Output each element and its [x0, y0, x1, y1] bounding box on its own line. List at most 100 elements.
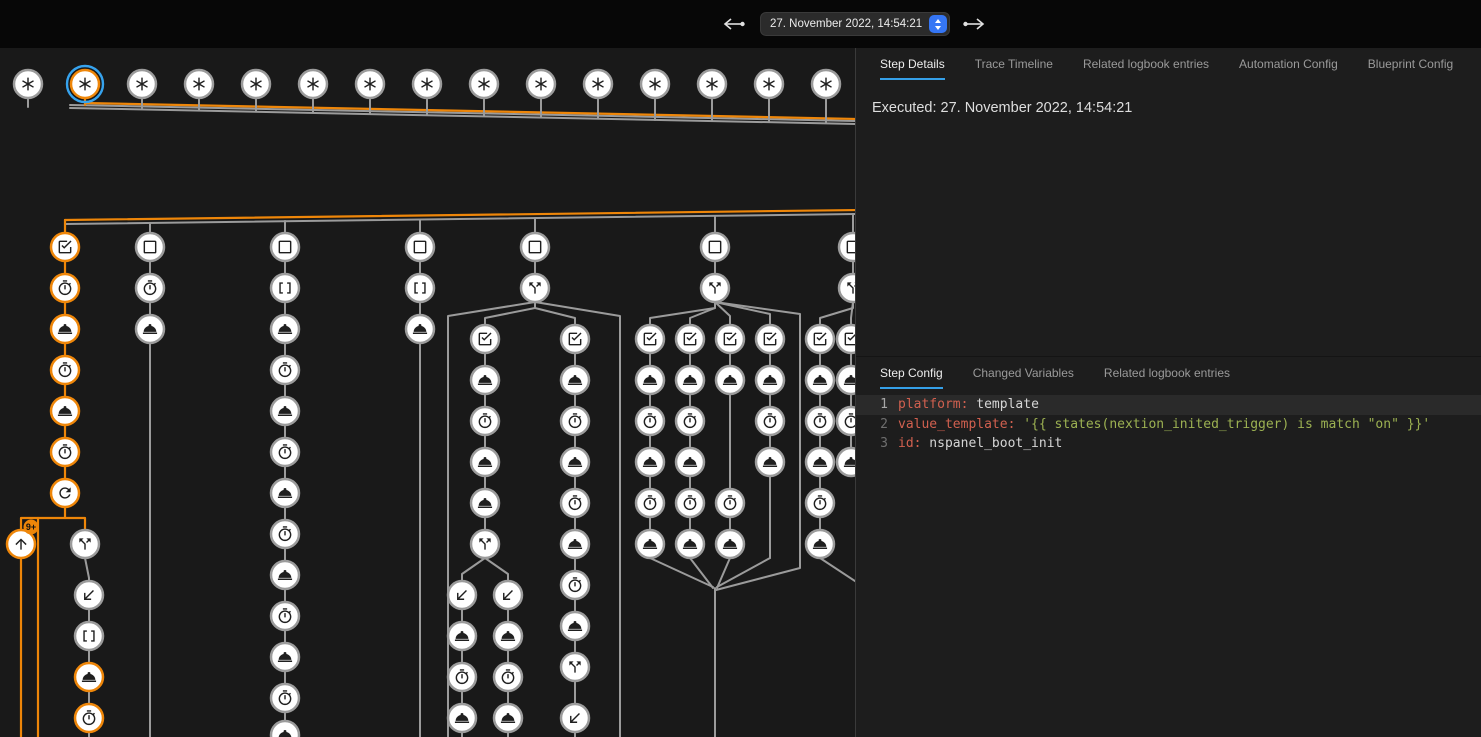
node-dome[interactable] — [806, 530, 834, 558]
node-brackets[interactable] — [406, 274, 434, 302]
node-arrow-dl[interactable] — [494, 581, 522, 609]
tab-changed-variables[interactable]: Changed Variables — [973, 366, 1074, 389]
node-timer[interactable] — [271, 684, 299, 712]
node-arrow-dl[interactable] — [75, 581, 103, 609]
node-square[interactable] — [521, 233, 549, 261]
tab-step-config[interactable]: Step Config — [880, 366, 943, 389]
node-trigger[interactable] — [755, 70, 783, 98]
node-trigger[interactable] — [470, 70, 498, 98]
node-timer[interactable] — [271, 356, 299, 384]
node-choose[interactable] — [71, 530, 99, 558]
node-trigger[interactable] — [641, 70, 669, 98]
node-trigger[interactable] — [299, 70, 327, 98]
node-dome[interactable] — [136, 315, 164, 343]
node-condition[interactable] — [806, 325, 834, 353]
node-square[interactable] — [701, 233, 729, 261]
node-timer[interactable] — [561, 571, 589, 599]
node-dome[interactable] — [837, 366, 855, 394]
tab-step-details[interactable]: Step Details — [880, 57, 945, 80]
node-dome[interactable] — [561, 448, 589, 476]
node-dome[interactable] — [676, 530, 704, 558]
node-repeat[interactable] — [51, 479, 79, 507]
node-dome[interactable] — [448, 704, 476, 732]
node-dome[interactable] — [448, 622, 476, 650]
node-timer[interactable] — [676, 489, 704, 517]
node-dome[interactable] — [51, 315, 79, 343]
previous-run-icon[interactable] — [722, 16, 746, 32]
node-dome[interactable] — [271, 721, 299, 737]
tab-related-logbook-entries[interactable]: Related logbook entries — [1083, 57, 1209, 80]
node-dome[interactable] — [51, 397, 79, 425]
node-dome[interactable] — [756, 448, 784, 476]
node-dome[interactable] — [471, 366, 499, 394]
node-dome[interactable] — [271, 561, 299, 589]
node-condition[interactable] — [676, 325, 704, 353]
node-condition[interactable] — [636, 325, 664, 353]
node-dome[interactable] — [494, 622, 522, 650]
node-timer[interactable] — [271, 438, 299, 466]
run-selector[interactable]: 27. November 2022, 14:54:21 — [760, 12, 950, 36]
node-condition[interactable] — [716, 325, 744, 353]
node-timer[interactable] — [716, 489, 744, 517]
node-timer[interactable] — [471, 407, 499, 435]
node-dome[interactable] — [471, 489, 499, 517]
tab-automation-config[interactable]: Automation Config — [1239, 57, 1338, 80]
node-timer[interactable] — [561, 489, 589, 517]
node-dome[interactable] — [271, 643, 299, 671]
node-timer[interactable] — [51, 274, 79, 302]
node-trigger[interactable] — [584, 70, 612, 98]
node-timer[interactable] — [806, 407, 834, 435]
node-timer[interactable] — [51, 356, 79, 384]
node-timer[interactable] — [636, 407, 664, 435]
node-dome[interactable] — [271, 479, 299, 507]
node-dome[interactable] — [271, 315, 299, 343]
node-timer[interactable] — [271, 602, 299, 630]
node-trigger[interactable] — [242, 70, 270, 98]
node-trigger[interactable] — [527, 70, 555, 98]
node-brackets[interactable] — [271, 274, 299, 302]
node-condition[interactable] — [756, 325, 784, 353]
node-dome[interactable] — [806, 366, 834, 394]
node-dome[interactable] — [471, 448, 499, 476]
node-choose[interactable] — [561, 653, 589, 681]
node-condition[interactable] — [561, 325, 589, 353]
node-trigger[interactable] — [413, 70, 441, 98]
node-condition[interactable] — [51, 233, 79, 261]
node-dome[interactable] — [716, 530, 744, 558]
node-condition[interactable] — [471, 325, 499, 353]
node-condition[interactable] — [837, 325, 855, 353]
node-choose[interactable] — [521, 274, 549, 302]
node-dome[interactable] — [494, 704, 522, 732]
node-timer[interactable] — [136, 274, 164, 302]
node-square[interactable] — [136, 233, 164, 261]
node-dome[interactable] — [561, 612, 589, 640]
node-dome[interactable] — [636, 366, 664, 394]
node-choose[interactable] — [701, 274, 729, 302]
node-square[interactable] — [839, 233, 855, 261]
node-dome[interactable] — [75, 663, 103, 691]
node-dome[interactable] — [636, 530, 664, 558]
node-dome[interactable] — [561, 366, 589, 394]
node-trigger[interactable] — [128, 70, 156, 98]
next-run-icon[interactable] — [962, 16, 986, 32]
node-square[interactable] — [406, 233, 434, 261]
node-timer[interactable] — [494, 663, 522, 691]
node-arrow-dl[interactable] — [448, 581, 476, 609]
node-trigger[interactable] — [185, 70, 213, 98]
node-trigger[interactable] — [14, 70, 42, 98]
node-trigger[interactable] — [67, 66, 103, 102]
node-square[interactable] — [271, 233, 299, 261]
node-dome[interactable] — [561, 530, 589, 558]
node-timer[interactable] — [448, 663, 476, 691]
node-timer[interactable] — [837, 407, 855, 435]
node-brackets[interactable] — [75, 622, 103, 650]
node-dome[interactable] — [406, 315, 434, 343]
node-trigger[interactable] — [356, 70, 384, 98]
node-trigger[interactable] — [698, 70, 726, 98]
node-dome[interactable] — [837, 448, 855, 476]
node-timer[interactable] — [75, 704, 103, 732]
run-stepper-icon[interactable] — [929, 15, 947, 33]
node-dome[interactable] — [676, 448, 704, 476]
node-trigger[interactable] — [812, 70, 840, 98]
node-choose[interactable] — [839, 274, 855, 302]
